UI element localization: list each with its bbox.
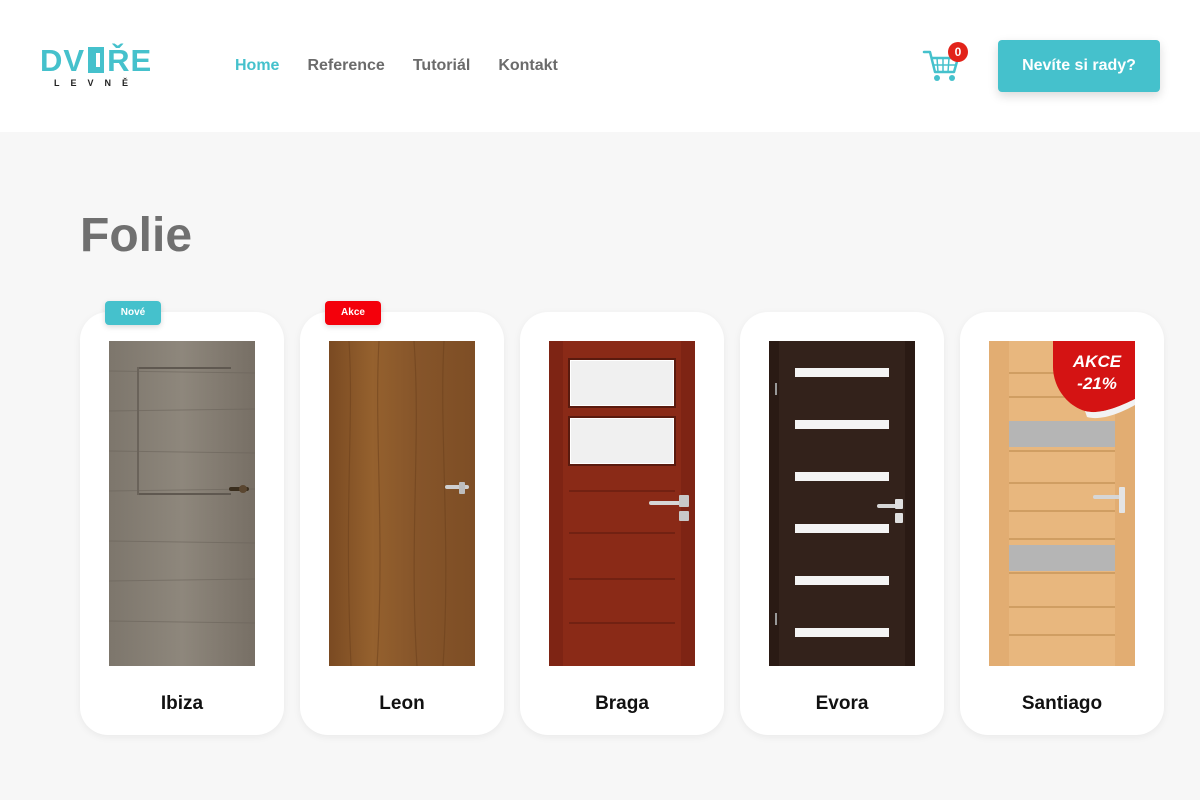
product-name: Evora <box>815 693 869 714</box>
cart-count-badge: 0 <box>948 42 968 62</box>
site-header: DV ŘE LEVNĚ Home Reference Tutoriál Konta… <box>0 0 1200 132</box>
product-grid: Nové Ibiza Akce Leon Braga Evora AKCE -2… <box>80 301 1164 736</box>
product-name: Ibiza <box>160 693 204 714</box>
main-nav: Home Reference Tutoriál Kontakt <box>221 54 572 78</box>
nav-item-reference[interactable]: Reference <box>293 54 398 78</box>
product-card-ibiza[interactable]: Nové Ibiza <box>80 301 284 735</box>
sticker-line1: AKCE <box>1072 352 1122 371</box>
sale-badge: Akce <box>325 301 381 325</box>
cart-button[interactable]: 0 <box>922 42 968 84</box>
product-image <box>329 341 475 666</box>
product-image <box>109 341 255 666</box>
nav-item-kontakt[interactable]: Kontakt <box>484 54 572 78</box>
logo-subtext: LEVNĚ <box>54 78 140 88</box>
door-image <box>549 341 695 666</box>
product-name: Braga <box>595 693 649 714</box>
product-name: Leon <box>379 693 425 714</box>
door-image <box>769 341 915 666</box>
product-card-leon[interactable]: Akce Leon <box>300 301 504 735</box>
door-image: AKCE -21% <box>989 341 1135 666</box>
product-card-braga[interactable]: Braga <box>520 312 724 735</box>
logo[interactable]: DV ŘE LEVNĚ <box>40 44 156 90</box>
door-icon <box>88 47 105 73</box>
product-image: AKCE -21% <box>989 341 1135 666</box>
product-image <box>549 341 695 666</box>
nav-item-home[interactable]: Home <box>221 54 293 78</box>
door-image <box>109 341 255 666</box>
new-badge: Nové <box>105 301 161 325</box>
product-image <box>769 341 915 666</box>
product-name: Santiago <box>1021 693 1103 714</box>
nav-item-tutorial[interactable]: Tutoriál <box>399 54 484 78</box>
page-title: Folie <box>80 209 193 262</box>
sticker-line2: -21% <box>1077 374 1117 393</box>
door-image <box>329 341 475 666</box>
product-card-evora[interactable]: Evora <box>740 312 944 735</box>
product-card-santiago[interactable]: AKCE -21% Santiago <box>960 312 1164 735</box>
help-cta-button[interactable]: Nevíte si rady? <box>998 40 1160 92</box>
logo-wordmark: DV ŘE <box>40 43 153 78</box>
